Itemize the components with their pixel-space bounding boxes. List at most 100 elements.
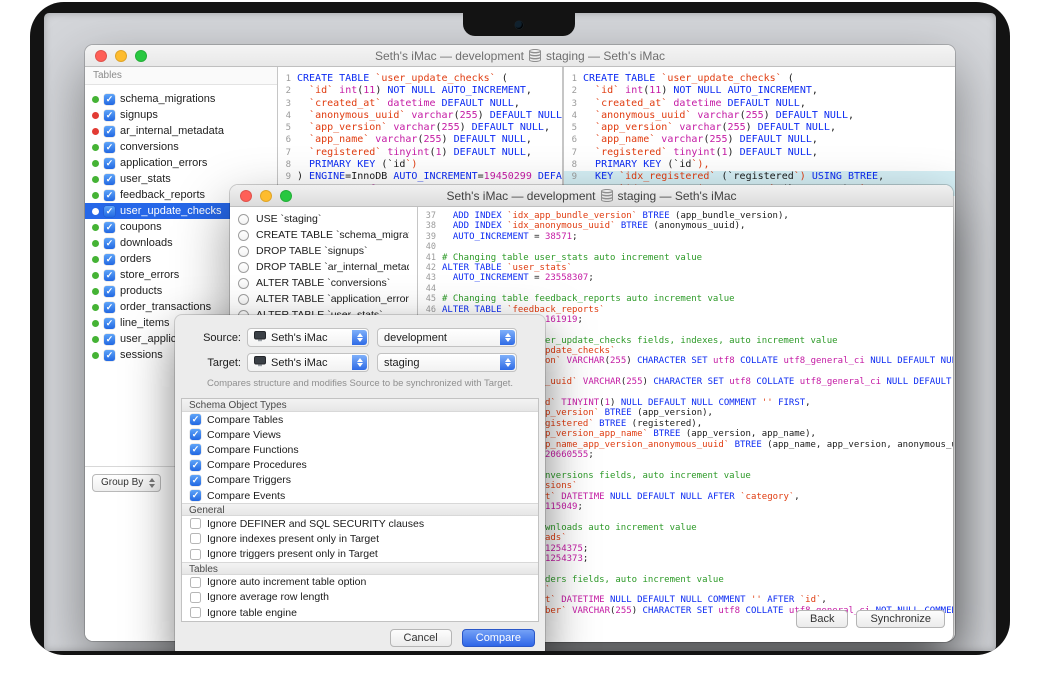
option-checkbox[interactable] bbox=[190, 490, 201, 501]
table-checkbox[interactable] bbox=[104, 206, 115, 217]
front-window-titlebar[interactable]: Seth's iMac — development staging — Seth… bbox=[230, 185, 953, 207]
option-row[interactable]: Ignore DEFINER and SQL SECURITY clauses bbox=[182, 516, 538, 531]
table-checkbox[interactable] bbox=[104, 334, 115, 345]
status-dot bbox=[92, 240, 99, 247]
option-row[interactable]: Compare Triggers bbox=[182, 473, 538, 488]
option-checkbox[interactable] bbox=[190, 577, 201, 588]
zoom-button[interactable] bbox=[135, 50, 147, 62]
statement-label: CREATE TABLE `schema_migrations` ( bbox=[256, 229, 409, 241]
option-checkbox[interactable] bbox=[190, 592, 201, 603]
source-database-select[interactable]: development bbox=[377, 328, 517, 347]
option-checkbox[interactable] bbox=[190, 444, 201, 455]
table-checkbox[interactable] bbox=[104, 318, 115, 329]
table-row[interactable]: ar_internal_metadata bbox=[85, 123, 277, 139]
close-button[interactable] bbox=[95, 50, 107, 62]
option-row[interactable]: Compare Procedures bbox=[182, 458, 538, 473]
line-number: 7 bbox=[564, 147, 580, 159]
minimize-button[interactable] bbox=[260, 190, 272, 202]
code-line: 43 AUTO_INCREMENT = 23558307; bbox=[418, 273, 953, 283]
group-by-popup[interactable]: Group By bbox=[92, 474, 161, 492]
minimize-button[interactable] bbox=[115, 50, 127, 62]
statement-radio[interactable] bbox=[238, 262, 249, 273]
code-text: # Changing table user_stats auto increme… bbox=[440, 253, 953, 263]
option-checkbox[interactable] bbox=[190, 607, 201, 618]
status-dot bbox=[92, 128, 99, 135]
line-number: 9 bbox=[278, 171, 294, 183]
table-checkbox[interactable] bbox=[104, 174, 115, 185]
table-checkbox[interactable] bbox=[104, 142, 115, 153]
statement-row[interactable]: DROP TABLE `ar_internal_metadata` bbox=[230, 259, 417, 275]
option-row[interactable]: Compare Tables bbox=[182, 412, 538, 427]
option-checkbox[interactable] bbox=[190, 549, 201, 560]
option-row[interactable]: Ignore triggers present only in Target bbox=[182, 547, 538, 562]
statement-row[interactable]: ALTER TABLE `application_errors` bbox=[230, 291, 417, 307]
table-checkbox[interactable] bbox=[104, 350, 115, 361]
zoom-button[interactable] bbox=[280, 190, 292, 202]
table-row[interactable]: signups bbox=[85, 107, 277, 123]
synchronize-button[interactable]: Synchronize bbox=[856, 610, 945, 628]
statement-row[interactable]: CREATE TABLE `schema_migrations` ( bbox=[230, 227, 417, 243]
table-row[interactable]: application_errors bbox=[85, 155, 277, 171]
line-number: 46 bbox=[418, 305, 440, 315]
option-label: Compare Functions bbox=[207, 444, 299, 456]
code-text: ) ENGINE=InnoDB AUTO_INCREMENT=19450299 … bbox=[294, 171, 562, 183]
table-checkbox[interactable] bbox=[104, 126, 115, 137]
option-checkbox[interactable] bbox=[190, 475, 201, 486]
option-checkbox[interactable] bbox=[190, 533, 201, 544]
table-checkbox[interactable] bbox=[104, 270, 115, 281]
status-dot bbox=[92, 336, 99, 343]
statement-row[interactable]: DROP TABLE `signups` bbox=[230, 243, 417, 259]
table-label: downloads bbox=[120, 237, 173, 249]
option-checkbox[interactable] bbox=[190, 460, 201, 471]
statement-radio[interactable] bbox=[238, 278, 249, 289]
table-checkbox[interactable] bbox=[104, 286, 115, 297]
popup-arrows-icon bbox=[500, 330, 515, 345]
statement-row[interactable]: ALTER TABLE `conversions` bbox=[230, 275, 417, 291]
source-host-select[interactable]: Seth's iMac bbox=[247, 328, 369, 347]
option-row[interactable]: Compare Events bbox=[182, 488, 538, 503]
code-line: 6 `app_name` varchar(255) DEFAULT NULL, bbox=[278, 134, 562, 146]
option-label: Ignore auto increment table option bbox=[207, 576, 366, 588]
code-line: 44 bbox=[418, 284, 953, 294]
cancel-button[interactable]: Cancel bbox=[390, 629, 452, 647]
statement-row[interactable]: USE `staging` bbox=[230, 211, 417, 227]
statement-radio[interactable] bbox=[238, 294, 249, 305]
back-window-titlebar[interactable]: Seth's iMac — development staging — Seth… bbox=[85, 45, 955, 67]
option-row[interactable]: Ignore indexes present only in Target bbox=[182, 531, 538, 546]
table-checkbox[interactable] bbox=[104, 190, 115, 201]
table-checkbox[interactable] bbox=[104, 158, 115, 169]
statement-radio[interactable] bbox=[238, 246, 249, 257]
back-button[interactable]: Back bbox=[796, 610, 848, 628]
option-row[interactable]: Ignore auto increment table option bbox=[182, 575, 538, 590]
table-checkbox[interactable] bbox=[104, 238, 115, 249]
status-dot bbox=[92, 352, 99, 359]
statement-radio[interactable] bbox=[238, 230, 249, 241]
option-row[interactable]: Ignore table engine bbox=[182, 605, 538, 620]
statement-radio[interactable] bbox=[238, 214, 249, 225]
table-row[interactable]: schema_migrations bbox=[85, 91, 277, 107]
table-label: orders bbox=[120, 253, 151, 265]
option-checkbox[interactable] bbox=[190, 414, 201, 425]
code-line: 46ALTER TABLE `feedback_reports` bbox=[418, 305, 953, 315]
table-row[interactable]: conversions bbox=[85, 139, 277, 155]
option-checkbox[interactable] bbox=[190, 518, 201, 529]
table-checkbox[interactable] bbox=[104, 110, 115, 121]
database-icon bbox=[529, 49, 541, 62]
line-number: 1 bbox=[278, 73, 294, 85]
option-checkbox[interactable] bbox=[190, 429, 201, 440]
close-button[interactable] bbox=[240, 190, 252, 202]
status-dot bbox=[92, 192, 99, 199]
option-label: Ignore indexes present only in Target bbox=[207, 533, 379, 545]
target-host-select[interactable]: Seth's iMac bbox=[247, 353, 369, 372]
option-row[interactable]: Compare Functions bbox=[182, 442, 538, 457]
option-row[interactable]: Ignore average row length bbox=[182, 590, 538, 605]
table-checkbox[interactable] bbox=[104, 302, 115, 313]
table-checkbox[interactable] bbox=[104, 222, 115, 233]
group-by-label: Group By bbox=[101, 477, 143, 488]
target-database-select[interactable]: staging bbox=[377, 353, 517, 372]
table-checkbox[interactable] bbox=[104, 94, 115, 105]
table-label: products bbox=[120, 285, 162, 297]
table-checkbox[interactable] bbox=[104, 254, 115, 265]
option-row[interactable]: Compare Views bbox=[182, 427, 538, 442]
compare-button[interactable]: Compare bbox=[462, 629, 535, 647]
